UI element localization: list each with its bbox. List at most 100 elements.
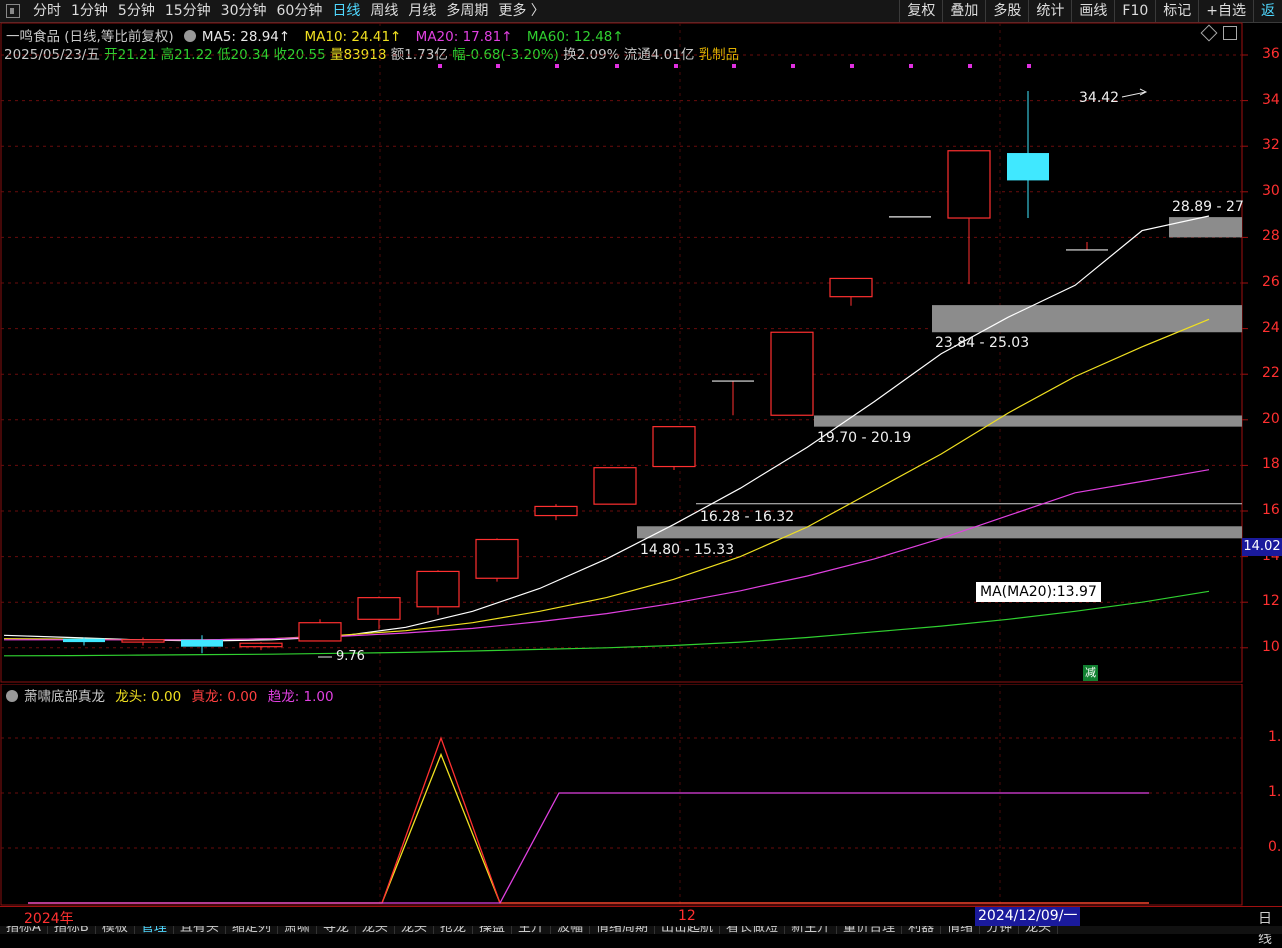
indicator-tab[interactable]: 模板 xyxy=(96,926,135,934)
candle-body xyxy=(63,638,105,643)
marker-dot xyxy=(909,64,913,68)
zone-label: 23.84 - 25.03 xyxy=(935,335,1030,351)
indicator-tick-label: 0. xyxy=(1268,839,1282,855)
candle-body xyxy=(416,570,460,608)
toolbar-button[interactable]: 叠加 xyxy=(942,0,985,22)
price-tick-label: 22 xyxy=(1262,365,1280,382)
period-tab[interactable]: 60分钟 xyxy=(272,0,328,22)
cursor-date: 2024/12/09/一 xyxy=(975,907,1081,926)
marker-dot xyxy=(496,64,500,68)
period-tab[interactable]: 15分钟 xyxy=(160,0,216,22)
marker-dot xyxy=(438,64,442,68)
ma20-info-box: MA(MA20):13.97 xyxy=(976,582,1101,602)
price-tick-label: 26 xyxy=(1262,274,1280,290)
period-tabs: 分时 1分钟 5分钟 15分钟 30分钟 60分钟 日线 周线 月线 多周期 更多 〉 xyxy=(0,0,550,22)
candle-body xyxy=(475,538,519,579)
candle-body xyxy=(1007,153,1049,181)
candle-body xyxy=(298,622,342,642)
toolbar-button[interactable]: +自选 xyxy=(1198,0,1253,22)
high-annotation: 34.42 xyxy=(1079,90,1120,106)
period-tab[interactable]: 多周期 xyxy=(441,0,493,22)
price-tick-label: 24 xyxy=(1262,319,1280,336)
candle-body xyxy=(593,467,637,505)
high-arrow xyxy=(1121,88,1148,98)
zone-band xyxy=(637,526,1242,539)
period-tab[interactable]: 30分钟 xyxy=(216,0,272,22)
indicator-tick-label: 1. xyxy=(1268,784,1282,800)
indicator-tab[interactable]: 且有头 xyxy=(174,926,226,934)
zone-label: 28.89 - 27 xyxy=(1172,199,1244,215)
indicator-tab[interactable]: 龙头 xyxy=(395,926,434,934)
period-tab[interactable]: 更多 〉 xyxy=(493,0,549,22)
price-tick-label: 18 xyxy=(1262,456,1280,473)
indicator-line xyxy=(28,752,1149,904)
candle-body xyxy=(121,639,165,643)
indicator-tab[interactable]: 抢龙 xyxy=(434,926,473,934)
zone-label: 19.70 - 20.19 xyxy=(817,430,912,446)
zone-band xyxy=(932,305,1242,333)
period-tab[interactable]: 1分钟 xyxy=(66,0,113,22)
indicator-tab[interactable]: 利器 xyxy=(902,926,942,934)
indicator-tab[interactable]: 龙头 xyxy=(356,926,395,934)
signal-badge[interactable]: 减 xyxy=(1083,665,1098,681)
marker-dot xyxy=(1027,64,1031,68)
period-tab[interactable]: 分时 xyxy=(28,0,66,22)
marker-dot xyxy=(555,64,559,68)
toolbar-button[interactable]: 画线 xyxy=(1071,0,1114,22)
period-toolbar: 分时 1分钟 5分钟 15分钟 30分钟 60分钟 日线 周线 月线 多周期 更多 〉 复权 叠加 多股… xyxy=(0,0,1282,23)
candle-body xyxy=(357,597,401,620)
toolbar-button[interactable]: 统计 xyxy=(1028,0,1071,22)
price-tick-label: 12 xyxy=(1262,593,1280,610)
candle-body xyxy=(770,331,814,416)
indicator-tab[interactable]: 寻龙 xyxy=(317,926,356,934)
marker-dot xyxy=(968,64,972,68)
marker-dot xyxy=(732,64,736,68)
indicator-tab[interactable]: 情绪周期 xyxy=(590,926,656,934)
panel-toggle-icon[interactable] xyxy=(6,4,20,18)
price-tick-label: 16 xyxy=(1262,502,1280,518)
low-annotation: 9.76 xyxy=(336,649,365,664)
toolbar-button[interactable]: 多股 xyxy=(985,0,1028,22)
indicator-line xyxy=(28,736,1149,904)
indicator-tab[interactable]: 主升 xyxy=(512,926,551,934)
price-tick-label: 36 xyxy=(1262,46,1280,62)
month-label: 12 xyxy=(678,908,696,924)
indicator-tab[interactable]: 情绪 xyxy=(941,926,981,934)
period-tab[interactable]: 月线 xyxy=(403,0,441,22)
zone-band xyxy=(814,415,1242,427)
indicator-tab[interactable]: 分钟 xyxy=(980,926,1020,934)
zone-band xyxy=(1169,217,1242,238)
indicator-tab[interactable]: 波幅 xyxy=(551,926,591,934)
toolbar-button[interactable]: 返 xyxy=(1253,0,1282,22)
indicator-line xyxy=(28,792,1149,904)
indicator-tab[interactable]: 新主升 xyxy=(785,926,838,934)
indicator-tick-label: 1. xyxy=(1268,729,1282,745)
price-tick-label: 34 xyxy=(1262,91,1280,108)
period-tab[interactable]: 5分钟 xyxy=(113,0,160,22)
indicator-tab[interactable]: 管理 xyxy=(135,926,174,934)
price-tick-label: 32 xyxy=(1262,137,1280,154)
indicator-tab[interactable]: 量价合理 xyxy=(837,926,903,934)
indicator-tab[interactable]: 看长做短 xyxy=(720,926,786,934)
indicator-tab[interactable]: 缩定列 xyxy=(226,926,278,934)
toolbar-right-buttons: 复权 叠加 多股 统计 画线 F10 标记 +自选返 xyxy=(899,0,1282,22)
indicator-tab[interactable]: 指标A xyxy=(0,926,48,934)
marker-dot xyxy=(850,64,854,68)
toolbar-button[interactable]: 复权 xyxy=(899,0,942,22)
marker-dot xyxy=(615,64,619,68)
indicator-tab[interactable]: 指标B xyxy=(48,926,96,934)
toolbar-button[interactable]: 标记 xyxy=(1155,0,1198,22)
indicator-tab[interactable]: 龙头 xyxy=(1019,926,1059,934)
period-tab[interactable]: 日线 xyxy=(327,0,365,22)
toolbar-button[interactable]: F10 xyxy=(1114,0,1155,22)
period-tab[interactable]: 周线 xyxy=(365,0,403,22)
candle-body xyxy=(947,150,991,219)
price-tick-label: 10 xyxy=(1262,638,1280,655)
indicator-chart[interactable] xyxy=(0,684,1282,906)
indicator-tab[interactable]: 萧啸 xyxy=(278,926,317,934)
indicator-tab[interactable]: 操盘 xyxy=(473,926,512,934)
date-axis: 2024年 12 2024/12/09/一 日线 xyxy=(0,906,1282,947)
candle-body xyxy=(181,639,223,647)
candle-body xyxy=(239,642,283,648)
indicator-tab[interactable]: 出击起航 xyxy=(655,926,721,934)
